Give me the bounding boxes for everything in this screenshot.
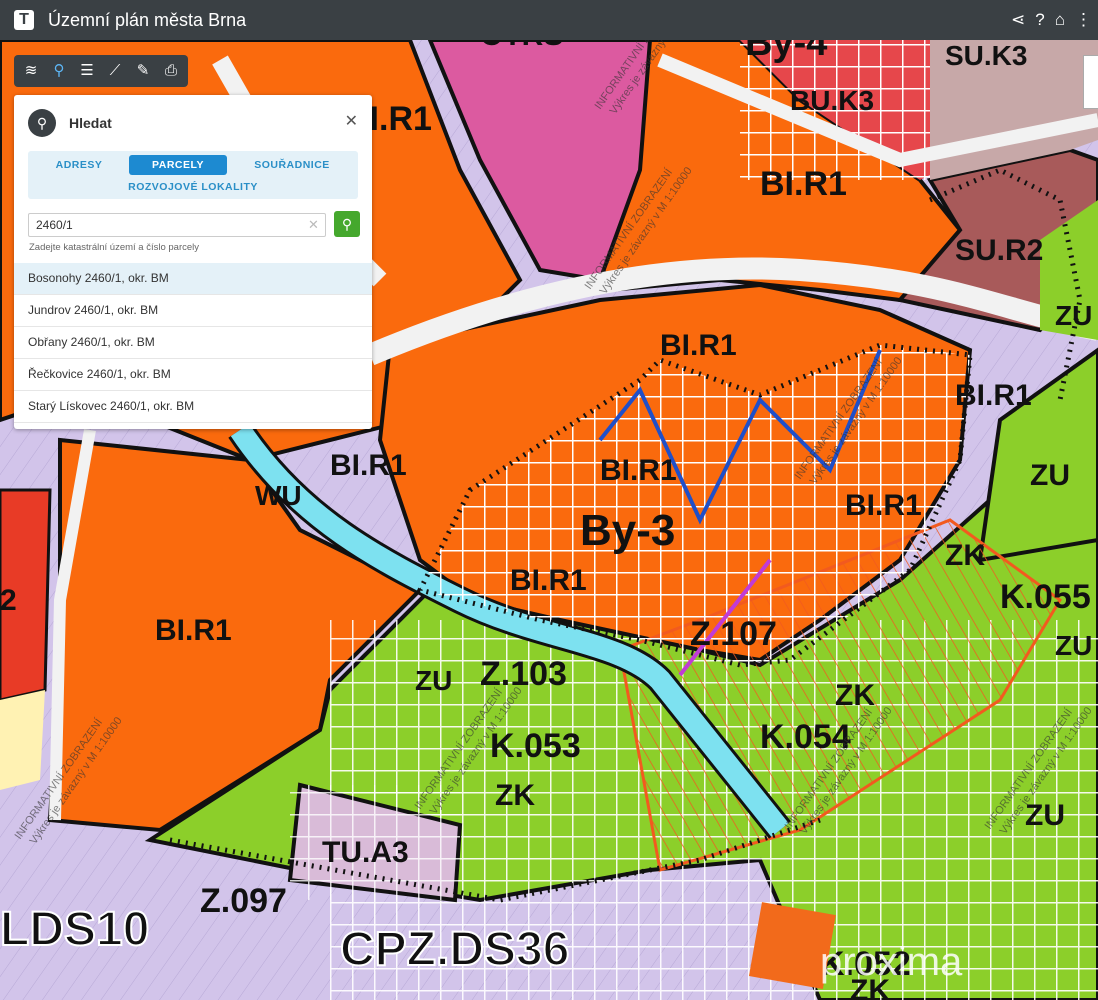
map-label: K.055 [1000, 578, 1091, 616]
map-label: BI.R1 [955, 379, 1032, 412]
panel-header: ⚲ Hledat ✕ [14, 95, 372, 151]
app-title: Územní plán města Brna [48, 9, 247, 30]
tab-adresy[interactable]: ADRESY [36, 155, 122, 175]
brand-text: proxima [820, 940, 963, 984]
map-label-cpz: CPZ.DS36 [340, 923, 569, 976]
search-submit-button[interactable]: ⚲ [334, 211, 360, 237]
more-icon[interactable]: ⋮ [1075, 10, 1092, 30]
map-label: ZU [1030, 459, 1070, 492]
search-panel: ⚲ Hledat ✕ ADRESY PARCELY SOUŘADNICE ROZ… [14, 95, 372, 429]
map-label: TU.A3 [322, 836, 409, 869]
map-label: 2 [0, 584, 17, 617]
parcel-search-input[interactable] [28, 213, 326, 237]
yellow-zone [0, 690, 45, 790]
pin-icon[interactable]: ✎ [132, 60, 154, 82]
map-label: By-4 [745, 40, 827, 64]
result-item[interactable]: Jundrov 2460/1, okr. BM [14, 295, 372, 327]
tab-parcely[interactable]: PARCELY [129, 155, 227, 175]
map-label-by3: By-3 [580, 506, 675, 555]
map-label: K.053 [490, 727, 581, 765]
print-icon[interactable]: ⎙ [160, 60, 182, 82]
map-label: SU.R2 [955, 234, 1043, 267]
clear-icon[interactable]: ✕ [308, 217, 319, 233]
measure-icon[interactable]: ⟋ [104, 60, 126, 82]
result-item[interactable]: Bosonohy 2460/1, okr. BM [14, 263, 372, 295]
tab-rozvojove-lokality[interactable]: ROZVOJOVÉ LOKALITY [118, 177, 268, 197]
map-label: BI.R1 [760, 165, 847, 203]
map-label: OTRS [480, 40, 563, 52]
home-icon[interactable]: ⌂ [1055, 10, 1065, 30]
share-icon[interactable]: ⋖ [1011, 10, 1025, 30]
tab-souradnice[interactable]: SOUŘADNICE [237, 155, 347, 175]
search-row: ✕ ⚲ [28, 211, 360, 239]
panel-title: Hledat [69, 115, 112, 131]
header-actions: ⋖ ? ⌂ ⋮ [1011, 0, 1092, 40]
map-label: Z.103 [480, 655, 567, 693]
map-label: Z.097 [200, 882, 287, 920]
map-label: ZK [495, 779, 535, 812]
map-label: BI.R1 [155, 614, 232, 647]
search-hint: Zadejte katastrální území a číslo parcel… [29, 242, 200, 253]
map-label: ZK [945, 539, 985, 572]
map-label: ZK [835, 679, 875, 712]
search-icon: ⚲ [28, 109, 56, 137]
map-label-lds: LDS10 [0, 903, 149, 956]
map-label: ZU [1025, 799, 1065, 832]
map-label: SU.K3 [945, 40, 1027, 71]
map-label: BI.R1 [600, 454, 677, 487]
app-logo[interactable]: T [14, 10, 34, 30]
help-icon[interactable]: ? [1035, 10, 1044, 30]
result-item[interactable]: Obřany 2460/1, okr. BM [14, 327, 372, 359]
map-label: BU.K3 [790, 85, 874, 116]
map-label: ZU [1055, 630, 1092, 661]
map-label: WU [255, 480, 302, 511]
map-label: BI.R1 [845, 489, 922, 522]
close-icon[interactable]: ✕ [345, 111, 358, 131]
zoom-control[interactable] [1083, 55, 1098, 109]
map-label: BI.R1 [510, 564, 587, 597]
result-item[interactable]: Řečkovice 2460/1, okr. BM [14, 359, 372, 391]
map-label: Z.107 [690, 615, 777, 653]
map-label: ZU [1055, 300, 1092, 331]
search-icon[interactable]: ⚲ [48, 60, 70, 82]
map-label: BI.R1 [660, 329, 737, 362]
result-item[interactable]: Starý Lískovec 2460/1, okr. BM [14, 391, 372, 423]
map-label: BI.R1 [330, 449, 407, 482]
map-label: ZU [415, 665, 452, 696]
layers-icon[interactable]: ≋ [20, 60, 42, 82]
legend-icon[interactable]: ☰ [76, 60, 98, 82]
search-results: Bosonohy 2460/1, okr. BM Jundrov 2460/1,… [14, 263, 372, 423]
search-tabs: ADRESY PARCELY SOUŘADNICE ROZVOJOVÉ LOKA… [28, 151, 358, 199]
app-header: T Územní plán města Brna ⋖ ? ⌂ ⋮ [0, 0, 1098, 40]
map-toolbar: ≋ ⚲ ☰ ⟋ ✎ ⎙ [14, 55, 188, 87]
